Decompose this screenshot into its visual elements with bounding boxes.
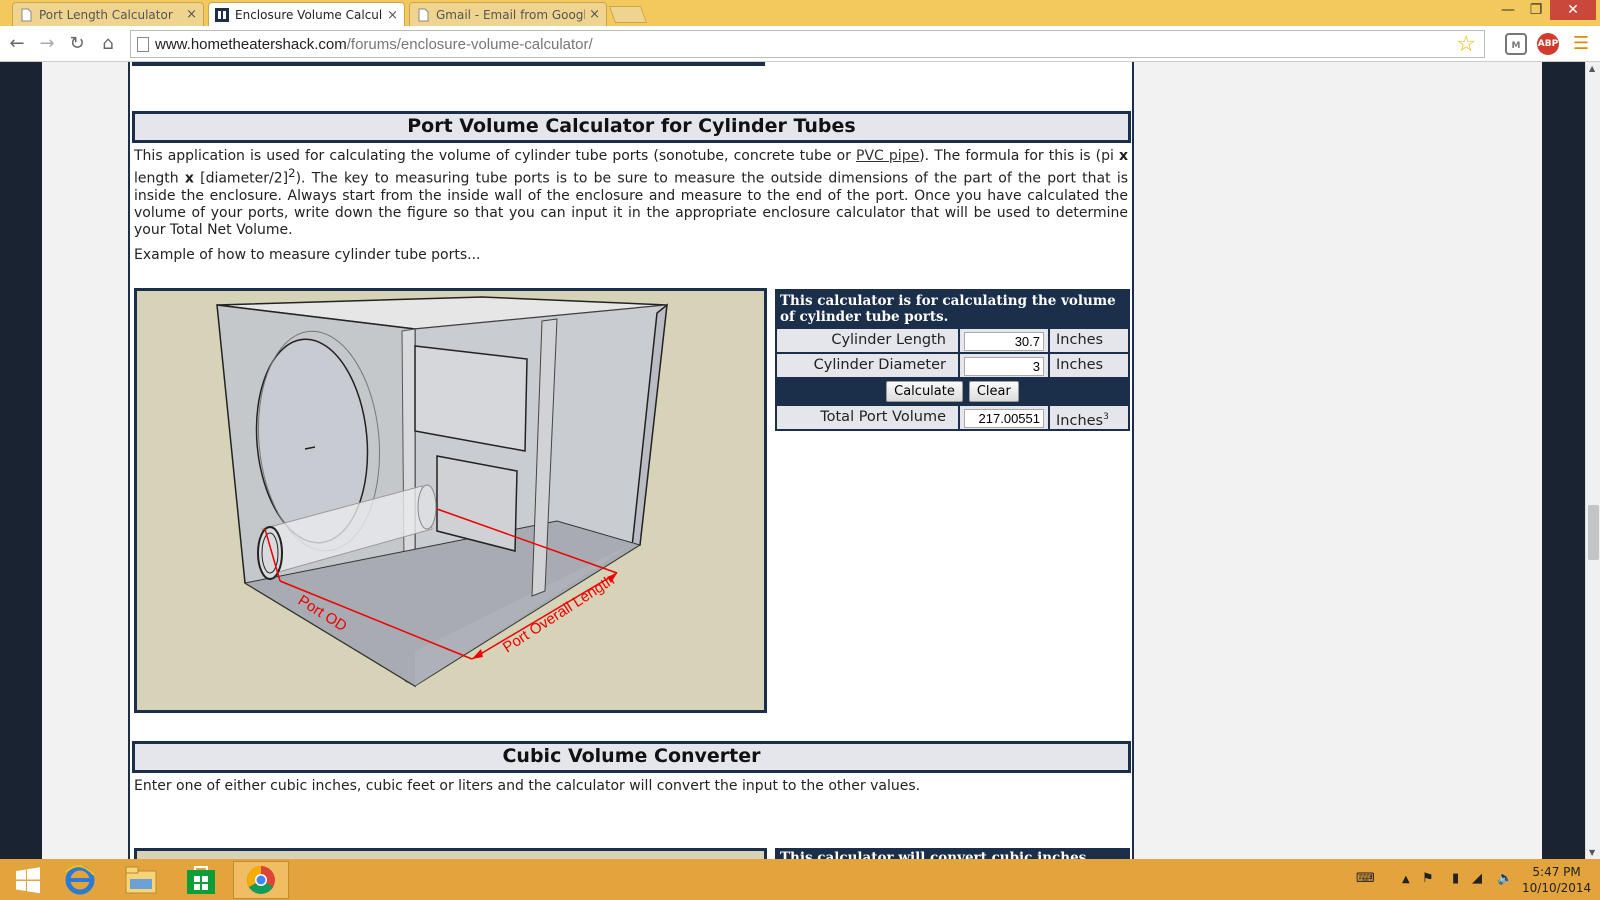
times-symbol: x: [1118, 148, 1129, 164]
home-icon[interactable]: ⌂: [97, 33, 119, 55]
new-tab-button[interactable]: [608, 6, 648, 23]
total-port-volume-row: Total Port Volume Inches3: [777, 406, 1128, 429]
menu-icon[interactable]: ☰: [1570, 33, 1592, 55]
calculator-buttons: Calculate Clear: [777, 379, 1128, 404]
address-bar[interactable]: www.hometheatershack.com/forums/enclosur…: [130, 30, 1485, 58]
cylinder-length-input[interactable]: [964, 332, 1044, 351]
total-port-volume-output[interactable]: [964, 409, 1044, 428]
times-symbol: x: [184, 170, 194, 187]
cubic-diagram-partial: [134, 848, 767, 859]
hts-logo-icon: [215, 8, 229, 22]
browser-tab-strip: Port Length Calculator × Enclosure Volum…: [0, 0, 1600, 27]
scroll-down-arrow-icon[interactable]: ▼: [1589, 848, 1595, 857]
page-icon: [418, 8, 429, 21]
chrome-taskbar-icon[interactable]: [233, 861, 289, 899]
browser-toolbar: ← → ↻ ⌂ www.hometheatershack.com/forums/…: [0, 26, 1600, 62]
cylinder-length-row: Cylinder Length Inches: [777, 329, 1128, 352]
tab-title: Enclosure Volume Calcula: [235, 8, 384, 22]
file-explorer-icon[interactable]: [113, 861, 169, 899]
battery-icon[interactable]: ▮: [1452, 871, 1459, 886]
tab-enclosure-volume-calculator[interactable]: Enclosure Volume Calcula ×: [208, 2, 405, 27]
reload-icon[interactable]: ↻: [66, 33, 88, 55]
cubic-calculator-title: This calculator will convert cubic inche…: [775, 848, 1130, 859]
forward-arrow-icon[interactable]: →: [36, 33, 58, 55]
internet-explorer-icon[interactable]: [52, 861, 108, 899]
cylinder-diameter-unit: Inches: [1050, 354, 1128, 377]
port-measurement-diagram: Port OD Port Overall Length: [134, 288, 767, 713]
url-text[interactable]: www.hometheatershack.com/forums/enclosur…: [155, 36, 593, 53]
cylinder-length-cell: [960, 329, 1048, 352]
page-viewport: Port Volume Calculator for Cylinder Tube…: [0, 62, 1585, 859]
restore-button[interactable]: ❐: [1522, 0, 1550, 20]
adblock-icon[interactable]: ABP: [1537, 33, 1559, 55]
enclosure-illustration: Port OD Port Overall Length: [216, 296, 668, 688]
cubic-description: Enter one of either cubic inches, cubic …: [134, 778, 921, 794]
mail-checker-icon[interactable]: M: [1505, 33, 1527, 55]
section-divider: [132, 62, 765, 66]
taskbar-clock[interactable]: 5:47 PM 10/10/2014: [1522, 864, 1591, 896]
store-icon[interactable]: [173, 861, 229, 899]
vertical-scrollbar[interactable]: ▲ ▼: [1585, 62, 1600, 859]
port-intro-text: This application is used for calculating…: [134, 148, 1128, 239]
total-port-volume-cell: [960, 406, 1048, 429]
formula-length: length: [134, 170, 185, 187]
scroll-thumb[interactable]: [1588, 505, 1599, 560]
keyboard-icon[interactable]: ⌨: [1356, 871, 1375, 886]
cylinder-diameter-row: Cylinder Diameter Inches: [777, 354, 1128, 377]
result-unit-exponent: 3: [1103, 412, 1109, 422]
tab-gmail[interactable]: Gmail - Email from Googl ×: [409, 2, 607, 26]
url-domain: www.hometheatershack.com: [155, 36, 347, 53]
calculator-title: This calculator is for calculating the v…: [780, 293, 1116, 325]
cubic-section-title: Cubic Volume Converter: [132, 741, 1131, 773]
cylinder-diameter-cell: [960, 354, 1048, 377]
page-icon: [21, 8, 32, 21]
volume-speaker-icon[interactable]: 🔈: [1497, 871, 1513, 886]
cylinder-length-label: Cylinder Length: [777, 329, 958, 352]
total-port-volume-unit: Inches3: [1050, 406, 1128, 429]
back-arrow-icon[interactable]: ←: [6, 33, 28, 55]
tab-title: Port Length Calculator: [39, 7, 173, 22]
clock-date: 10/10/2014: [1522, 881, 1592, 895]
minimize-button[interactable]: —: [1494, 0, 1522, 20]
pvc-pipe-link[interactable]: PVC pipe: [856, 148, 919, 164]
cylinder-diameter-input[interactable]: [964, 357, 1044, 376]
port-volume-calculator: This calculator is for calculating the v…: [775, 289, 1130, 431]
start-button[interactable]: [0, 861, 56, 899]
scroll-up-arrow-icon[interactable]: ▲: [1589, 64, 1595, 73]
show-hidden-icons-chevron-icon[interactable]: ▲: [1402, 874, 1410, 885]
port-section-title: Port Volume Calculator for Cylinder Tube…: [132, 111, 1131, 143]
result-unit-text: Inches: [1056, 412, 1104, 429]
page-icon: [137, 37, 149, 52]
window-close-button[interactable]: ✕: [1550, 0, 1596, 20]
intro-text-2: ). The formula for this is (pi: [919, 148, 1119, 164]
example-caption: Example of how to measure cylinder tube …: [134, 247, 481, 263]
windows-logo-icon: [16, 867, 40, 894]
tab-port-length-calculator[interactable]: Port Length Calculator ×: [12, 2, 204, 26]
action-center-flag-icon[interactable]: ⚑: [1422, 871, 1434, 886]
windows-taskbar: ⌨ ▲ ⚑ ▮ ◢ 🔈 5:47 PM 10/10/2014: [0, 859, 1600, 900]
cylinder-diameter-label: Cylinder Diameter: [777, 354, 958, 377]
close-icon[interactable]: ×: [186, 7, 197, 22]
intro-text-1: This application is used for calculating…: [134, 148, 857, 164]
bookmark-star-icon[interactable]: ☆: [1456, 32, 1476, 57]
cylinder-length-unit: Inches: [1050, 329, 1128, 352]
formula-diameter: [diameter/2]: [193, 170, 289, 187]
url-path: /forums/enclosure-volume-calculator/: [346, 36, 593, 53]
formula-exponent: 2: [288, 166, 296, 180]
tab-title: Gmail - Email from Googl: [436, 7, 586, 22]
clock-time: 5:47 PM: [1532, 865, 1581, 879]
network-signal-icon[interactable]: ◢: [1472, 871, 1482, 886]
close-icon[interactable]: ×: [589, 7, 600, 22]
close-icon[interactable]: ×: [387, 8, 398, 23]
clear-button[interactable]: Clear: [968, 381, 1019, 402]
calculate-button[interactable]: Calculate: [886, 381, 963, 402]
total-port-volume-label: Total Port Volume: [777, 406, 958, 429]
